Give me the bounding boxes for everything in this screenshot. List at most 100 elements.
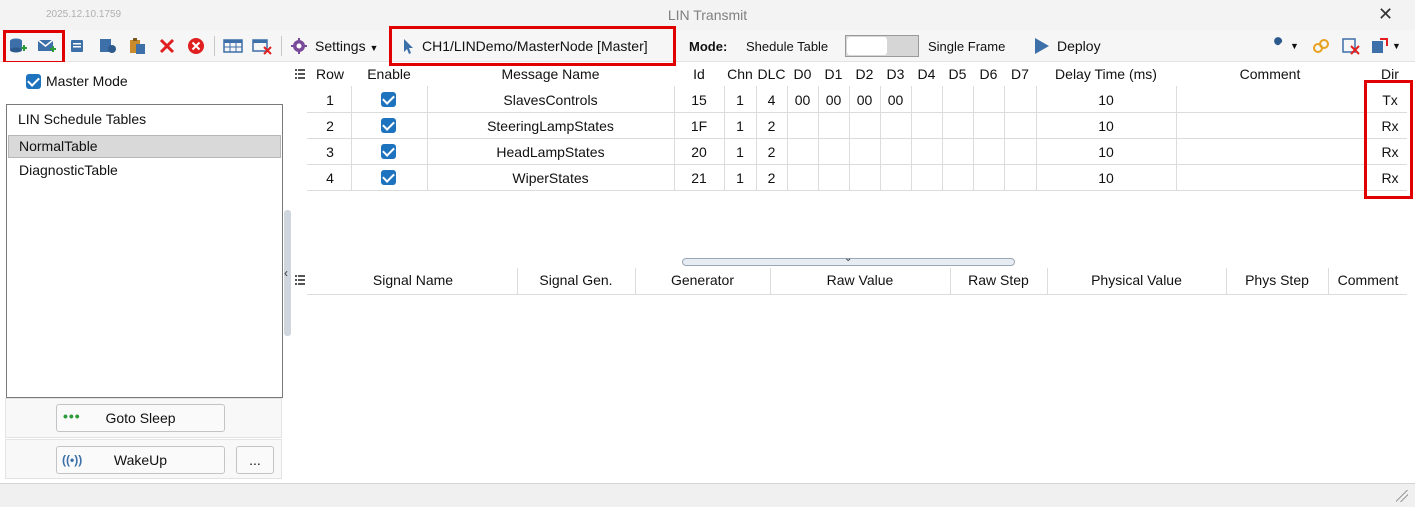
cell-d1[interactable]: 00 <box>818 92 849 108</box>
more-button[interactable]: ... <box>236 446 274 474</box>
cell-delay[interactable]: 10 <box>1036 92 1176 108</box>
clear-table-icon[interactable] <box>252 37 272 55</box>
enable-checkbox[interactable] <box>381 92 396 107</box>
cell-chn[interactable]: 1 <box>724 92 756 108</box>
cell-d2[interactable]: 00 <box>849 92 880 108</box>
highlight-add-buttons <box>3 30 65 64</box>
cell-d0[interactable]: 00 <box>787 92 818 108</box>
sig-col-comment[interactable]: Comment <box>1328 272 1408 288</box>
schedule-item-normal[interactable]: NormalTable <box>19 138 98 154</box>
cell-chn[interactable]: 1 <box>724 170 756 186</box>
goto-sleep-button[interactable]: ••• Goto Sleep <box>56 404 225 432</box>
enable-checkbox[interactable] <box>381 118 396 133</box>
sig-col-signal-name[interactable]: Signal Name <box>309 272 517 288</box>
cell-name[interactable]: WiperStates <box>427 170 674 186</box>
col-enable[interactable]: Enable <box>351 66 427 82</box>
cell-d3[interactable]: 00 <box>880 92 911 108</box>
cell-dlc[interactable]: 4 <box>756 92 787 108</box>
wakeup-button[interactable]: ((•)) WakeUp <box>56 446 225 474</box>
col-d3[interactable]: D3 <box>880 66 911 82</box>
collapse-left-icon[interactable]: ‹ <box>284 266 288 280</box>
column-chooser-icon[interactable] <box>295 274 305 286</box>
table-view-icon[interactable] <box>223 37 243 55</box>
mode-toggle[interactable] <box>845 35 919 57</box>
col-d0[interactable]: D0 <box>787 66 818 82</box>
node-path[interactable]: CH1/LINDemo/MasterNode [Master] <box>422 38 648 54</box>
col-comment[interactable]: Comment <box>1176 66 1364 82</box>
sig-col-raw-step[interactable]: Raw Step <box>950 272 1047 288</box>
cell-id[interactable]: 1F <box>674 118 724 134</box>
cell-id[interactable]: 15 <box>674 92 724 108</box>
cell-chn[interactable]: 1 <box>724 118 756 134</box>
col-delay-time[interactable]: Delay Time (ms) <box>1036 66 1176 82</box>
cell-row[interactable]: 3 <box>309 144 351 160</box>
gear-icon[interactable] <box>289 37 309 55</box>
col-d2[interactable]: D2 <box>849 66 880 82</box>
col-chn[interactable]: Chn <box>724 66 756 82</box>
cell-row[interactable]: 2 <box>309 118 351 134</box>
link-icon[interactable] <box>1311 37 1331 55</box>
cell-dlc[interactable]: 2 <box>756 118 787 134</box>
col-dlc[interactable]: DLC <box>756 66 787 82</box>
sig-col-raw-value[interactable]: Raw Value <box>770 272 950 288</box>
deploy-button[interactable]: Deploy <box>1057 38 1101 54</box>
mode-single-frame[interactable]: Single Frame <box>928 39 1005 54</box>
mode-label: Mode: <box>689 39 728 54</box>
broadcast-icon: ((•)) <box>62 453 83 467</box>
cell-row[interactable]: 4 <box>309 170 351 186</box>
export-icon[interactable] <box>1370 37 1390 55</box>
mode-schedule-table[interactable]: Shedule Table <box>746 39 828 54</box>
clear-log-icon[interactable] <box>1341 37 1361 55</box>
cell-dlc[interactable]: 2 <box>756 144 787 160</box>
sig-col-physical-value[interactable]: Physical Value <box>1047 272 1226 288</box>
cell-id[interactable]: 20 <box>674 144 724 160</box>
copy-icon[interactable] <box>68 37 88 55</box>
chevron-down-icon[interactable]: ⌄ <box>844 253 852 264</box>
col-d1[interactable]: D1 <box>818 66 849 82</box>
toolbar-separator <box>281 36 282 56</box>
col-message-name[interactable]: Message Name <box>427 66 674 82</box>
col-d6[interactable]: D6 <box>973 66 1004 82</box>
col-d4[interactable]: D4 <box>911 66 942 82</box>
enable-checkbox[interactable] <box>381 170 396 185</box>
master-mode-checkbox[interactable] <box>26 74 41 89</box>
master-mode-label: Master Mode <box>46 73 128 89</box>
sig-col-generator[interactable]: Generator <box>635 272 770 288</box>
play-icon[interactable] <box>1032 37 1052 55</box>
schedule-item-diagnostic[interactable]: DiagnosticTable <box>19 162 118 178</box>
sig-col-signal-gen[interactable]: Signal Gen. <box>517 272 635 288</box>
wrench-icon[interactable] <box>1269 37 1289 55</box>
col-d5[interactable]: D5 <box>942 66 973 82</box>
enable-checkbox[interactable] <box>381 144 396 159</box>
cell-delay[interactable]: 10 <box>1036 144 1176 160</box>
col-d7[interactable]: D7 <box>1004 66 1036 82</box>
column-chooser-icon[interactable] <box>295 68 305 80</box>
paste-icon[interactable] <box>127 37 147 55</box>
chevron-down-icon[interactable]: ▼ <box>1290 41 1299 51</box>
cell-name[interactable]: HeadLampStates <box>427 144 674 160</box>
cell-name[interactable]: SlavesControls <box>427 92 674 108</box>
cell-row[interactable]: 1 <box>309 92 351 108</box>
delete-icon[interactable] <box>157 37 177 55</box>
sig-col-phys-step[interactable]: Phys Step <box>1226 272 1328 288</box>
copy-settings-icon[interactable] <box>98 37 118 55</box>
stop-icon[interactable] <box>186 37 206 55</box>
title-bar: 2025.12.10.1759 LIN Transmit ✕ <box>0 0 1415 30</box>
col-id[interactable]: Id <box>674 66 724 82</box>
cell-dlc[interactable]: 2 <box>756 170 787 186</box>
col-row[interactable]: Row <box>309 66 351 82</box>
dots-icon: ••• <box>63 408 81 424</box>
cell-chn[interactable]: 1 <box>724 144 756 160</box>
resize-grip[interactable] <box>1396 490 1408 502</box>
cell-delay[interactable]: 10 <box>1036 170 1176 186</box>
cell-name[interactable]: SteeringLampStates <box>427 118 674 134</box>
settings-menu[interactable]: Settings ▼ <box>315 38 378 54</box>
chevron-down-icon[interactable]: ▼ <box>1392 41 1401 51</box>
schedule-tables-title: LIN Schedule Tables <box>18 111 147 127</box>
highlight-dir-column <box>1364 80 1413 199</box>
cell-id[interactable]: 21 <box>674 170 724 186</box>
close-icon[interactable]: ✕ <box>1378 4 1393 25</box>
status-bar <box>0 483 1415 507</box>
goto-sleep-label: Goto Sleep <box>105 410 176 426</box>
cell-delay[interactable]: 10 <box>1036 118 1176 134</box>
